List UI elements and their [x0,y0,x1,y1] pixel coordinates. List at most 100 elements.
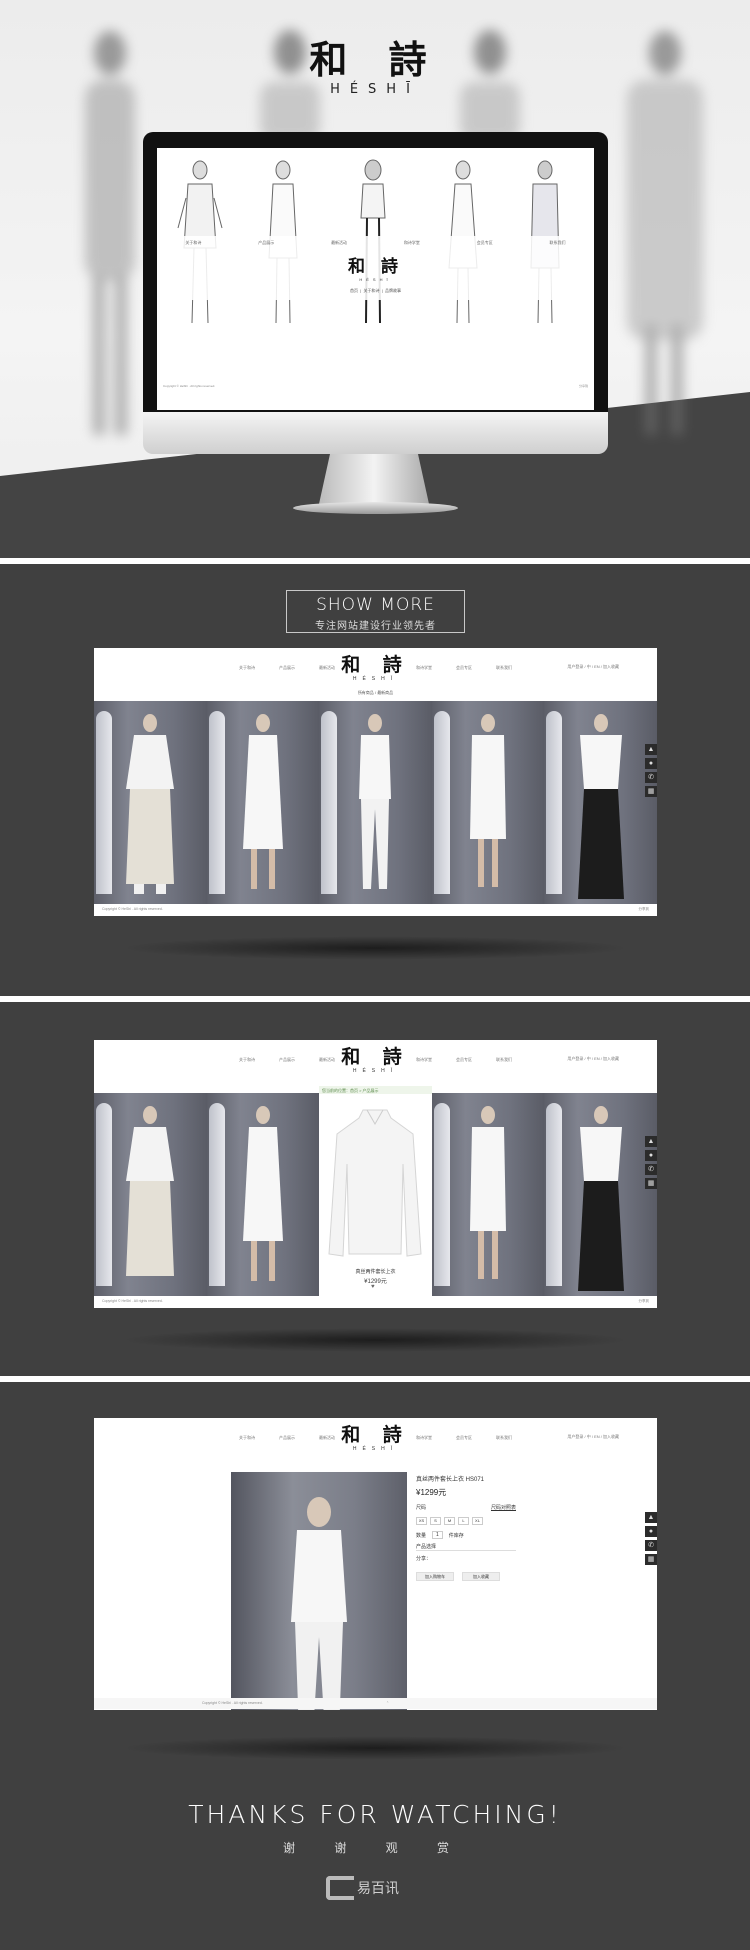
nav-item[interactable]: 会员专区 [456,1057,472,1063]
product-panel[interactable] [544,701,657,904]
add-to-favorites-button[interactable]: 加入收藏 [462,1572,500,1581]
size-option[interactable]: M [444,1517,455,1525]
side-toolbar: ▲ ● ✆ ▦ [645,1136,657,1189]
model-figure [577,1106,624,1291]
heart-icon[interactable]: ♥ [371,1284,375,1290]
nav-item[interactable]: 会员专区 [456,665,472,671]
quantity-label: 数量 [416,1532,427,1539]
phone-icon[interactable]: ✆ [645,772,657,783]
nav-item[interactable]: 会员专区 [456,1435,472,1441]
tab-new-products[interactable]: 最新商品 [377,690,393,695]
product-panel[interactable] [319,701,432,904]
phone-icon[interactable]: ✆ [645,1164,657,1175]
product-panel[interactable] [431,1093,545,1296]
size-option[interactable]: S [430,1517,441,1525]
product-panel[interactable] [206,701,320,904]
product-title: 真丝两件套长上衣 HS071 [416,1477,485,1483]
thanks-title: THANKS FOR WATCHING! [188,1800,562,1829]
product-panel[interactable] [206,1093,320,1296]
product-name[interactable]: 真丝两件套长上衣 [319,1268,432,1275]
model-figure [359,714,392,889]
model-figure [126,1106,175,1276]
screen-nav-item[interactable]: 联系我们 [550,240,566,246]
favorite-link[interactable]: 加入收藏 [603,1056,619,1061]
tab-all-products[interactable]: 所有商品 [358,690,374,695]
site-mockup-detail: 关于和诗 产品展示 最新活动 和 詩 HÉSHĪ 和诗学堂 会员专区 联系我们 … [94,1418,657,1710]
size-option[interactable]: XS [416,1517,427,1525]
quantity-stepper[interactable]: 1 [432,1531,443,1539]
screen-nav-item[interactable]: 产品展示 [258,240,274,246]
size-option[interactable]: XL [472,1517,483,1525]
nav-item[interactable]: 联系我们 [496,1057,512,1063]
model-figure [126,714,175,894]
monitor-chin [143,412,608,454]
product-panel[interactable] [94,701,207,904]
screen-share[interactable]: 分享到 [579,384,588,388]
share-label[interactable]: 分享到 [639,1299,650,1304]
mockup-shadow [120,1328,630,1352]
scroll-top-icon[interactable]: ▲ [645,1136,657,1147]
screen-subnav-item[interactable]: 品牌故事 [385,288,401,293]
language-link[interactable]: 中 / EN [587,1434,600,1439]
model-figure [470,714,507,887]
screen-subnav-item[interactable]: 关于和诗 [364,288,380,293]
screen-nav-item[interactable]: 和诗学堂 [404,240,420,246]
favorite-link[interactable]: 加入收藏 [603,664,619,669]
screen-nav-item[interactable]: 最新活动 [331,240,347,246]
product-hover-card[interactable]: 您当前的位置：首页 > 产品展示 真丝两件套长上衣 ¥1299元 ♥ [319,1086,432,1290]
add-to-cart-button[interactable]: 加入购物车 [416,1572,454,1581]
screen-footer: Copyright © HeShi . All rights reserved.… [157,380,594,392]
copyright-text: Copyright © HeShi . All rights reserved. [202,1701,263,1705]
site-logo-en: HÉSHĪ [352,1446,399,1452]
option-select[interactable]: 产品选择 [416,1543,516,1551]
share-label[interactable]: 分享到 [639,907,650,912]
showcase-section-3: 关于和诗 产品展示 最新活动 和 詩 HÉSHĪ 和诗学堂 会员专区 联系我们 … [0,1382,750,1950]
size-option[interactable]: L [458,1517,469,1525]
brand-name-zh: 和 詩 [309,37,441,82]
qrcode-icon[interactable]: ▦ [645,1178,657,1189]
login-link[interactable]: 用户登录 [567,1056,583,1061]
nav-item[interactable]: 联系我们 [496,1435,512,1441]
action-buttons: 加入购物车 加入收藏 [416,1572,636,1581]
hero-section: 和 詩 HÉSHĪ 关于和诗 产品展示 最新活动 和诗学堂 会员专区 联系我们 … [0,0,750,558]
screen-nav-item[interactable]: 关于和诗 [185,240,201,246]
sub-tabs: 所有商品 / 最新商品 [94,690,657,696]
favorite-link[interactable]: 加入收藏 [603,1434,619,1439]
product-info: 真丝两件套长上衣 HS071 ¥1299元 尺码 尺码对照表 XS S M L … [416,1474,636,1581]
monitor-foot [293,502,458,514]
company-logo: 易百讯 [326,1873,426,1903]
chevron-up-icon[interactable]: ⌃ [386,1701,389,1706]
copyright-text: Copyright © HeShi . All rights reserved. [102,1299,163,1303]
model-figure [242,714,283,889]
product-panel[interactable] [544,1093,657,1296]
chat-icon[interactable]: ● [645,758,657,769]
nav-item[interactable]: 和诗学堂 [416,665,432,671]
login-link[interactable]: 用户登录 [567,1434,583,1439]
nav-item[interactable]: 和诗学堂 [416,1435,432,1441]
share-label: 分享： [416,1556,432,1562]
site-logo-en: HÉSHĪ [352,676,399,682]
language-link[interactable]: 中 / EN [587,664,600,669]
phone-icon[interactable]: ✆ [645,1540,657,1551]
product-panel[interactable] [94,1093,207,1296]
showcase-section-2: 关于和诗 产品展示 最新活动 和 詩 HÉSHĪ 和诗学堂 会员专区 联系我们 … [0,1002,750,1376]
product-panel[interactable] [431,701,545,904]
chat-icon[interactable]: ● [645,1150,657,1161]
screen-subnav-item[interactable]: 首页 [350,288,358,293]
size-chart-link[interactable]: 尺码对照表 [491,1504,516,1511]
qrcode-icon[interactable]: ▦ [645,786,657,797]
login-link[interactable]: 用户登录 [567,664,583,669]
screen-nav-item[interactable]: 会员专区 [477,240,493,246]
scroll-top-icon[interactable]: ▲ [645,744,657,755]
language-link[interactable]: 中 / EN [587,1056,600,1061]
site-mockup-hover: 关于和诗 产品展示 最新活动 和 詩 HÉSHĪ 和诗学堂 会员专区 联系我们 … [94,1040,657,1308]
company-name: 易百讯 [357,1880,399,1896]
qrcode-icon[interactable]: ▦ [645,1554,657,1565]
model-figure [242,1106,283,1281]
nav-item[interactable]: 联系我们 [496,665,512,671]
chat-icon[interactable]: ● [645,1526,657,1537]
nav-item[interactable]: 和诗学堂 [416,1057,432,1063]
scroll-top-icon[interactable]: ▲ [645,1512,657,1523]
model-figure [291,1497,347,1710]
monitor-bezel: 关于和诗 产品展示 最新活动 和诗学堂 会员专区 联系我们 和 詩 HÉSHĪ … [143,132,608,412]
